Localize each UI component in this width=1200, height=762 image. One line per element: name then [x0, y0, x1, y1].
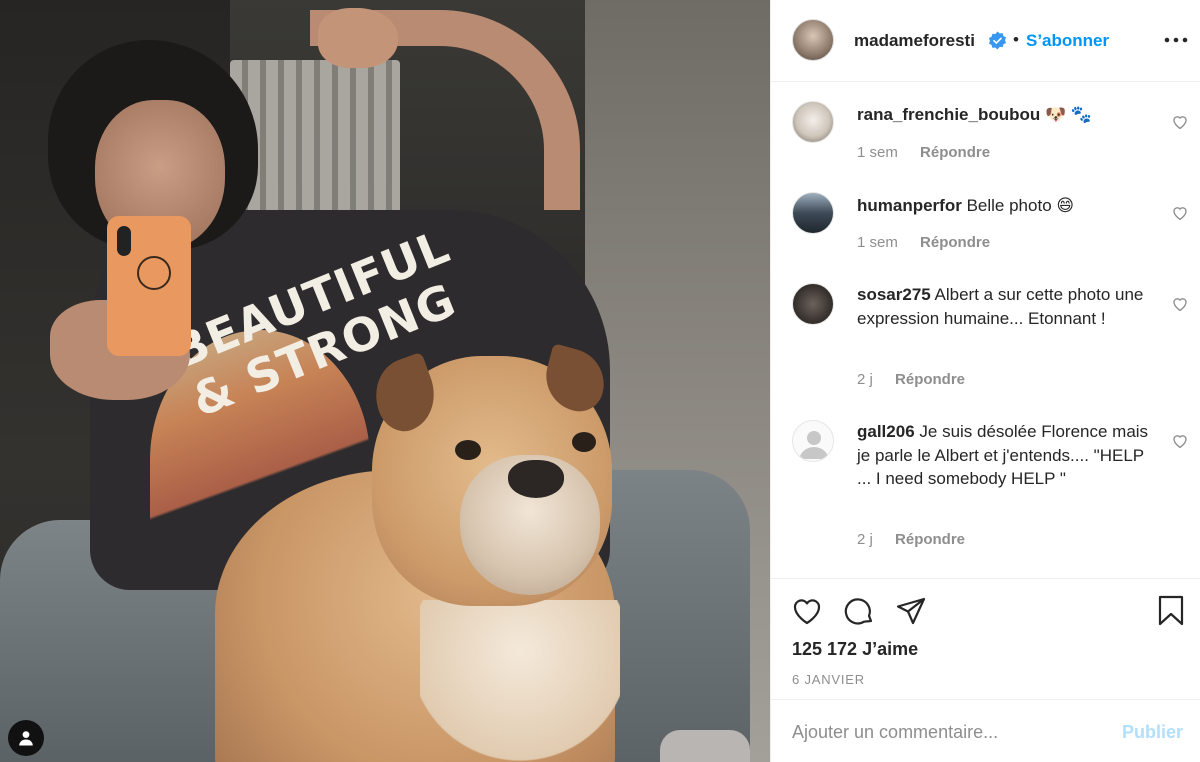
comment-body: humanperfor Belle photo 😄 [857, 194, 1157, 218]
photo-dog-eye-left [455, 440, 481, 460]
phone-case-drawing [137, 256, 171, 290]
comment-like-icon[interactable] [1171, 204, 1189, 222]
comment-item: gall206 Je suis désolée Florence mais je… [771, 420, 1200, 560]
photo-dog-chest [420, 600, 620, 762]
likes-count[interactable]: 125 172 J’aime [792, 639, 918, 660]
comment-time[interactable]: 1 sem [857, 144, 898, 161]
comment-like-icon[interactable] [1171, 432, 1189, 450]
comment-username[interactable]: gall206 [857, 422, 915, 441]
photo-sock [660, 730, 750, 762]
comment-body: gall206 Je suis désolée Florence mais je… [857, 420, 1157, 491]
add-comment-bar: Publier [771, 699, 1200, 762]
reply-button[interactable]: Répondre [920, 144, 990, 161]
comment-body: rana_frenchie_boubou 🐶 🐾 [857, 103, 1157, 127]
photo-phone [107, 216, 191, 356]
comment-text: 🐶 🐾 [1045, 105, 1093, 124]
comment-input[interactable] [792, 717, 1112, 747]
post-date[interactable]: 6 JANVIER [792, 672, 865, 687]
photo-dog-nose [508, 460, 564, 498]
comment-item: sosar275 Albert a sur cette photo une ex… [771, 283, 1200, 403]
photo-fist [318, 8, 398, 68]
heart-icon[interactable] [790, 594, 824, 628]
header-separator: • [1013, 30, 1019, 49]
comment-avatar[interactable] [792, 283, 834, 325]
comment-meta: 1 sem Répondre [857, 234, 990, 251]
comment-time[interactable]: 1 sem [857, 234, 898, 251]
more-horizontal-icon[interactable] [1161, 28, 1191, 52]
default-avatar-icon [799, 431, 829, 459]
comment-avatar[interactable] [792, 192, 834, 234]
tagged-users-button[interactable] [8, 720, 44, 756]
comment-username[interactable]: sosar275 [857, 285, 931, 304]
author-avatar[interactable] [792, 19, 834, 61]
comment-meta: 1 sem Répondre [857, 144, 990, 161]
photo-dog-eye-right [572, 432, 596, 452]
post-photo[interactable]: BEAUTIFUL & STRONG [0, 0, 770, 762]
comment-time[interactable]: 2 j [857, 531, 873, 548]
comment-item: rana_frenchie_boubou 🐶 🐾 1 sem Répondre [771, 101, 1200, 181]
bookmark-icon[interactable] [1154, 594, 1188, 628]
comment-meta: 2 j Répondre [857, 371, 965, 388]
comment-like-icon[interactable] [1171, 295, 1189, 313]
comment-item: humanperfor Belle photo 😄 1 sem Répondre [771, 192, 1200, 272]
reply-button[interactable]: Répondre [920, 234, 990, 251]
author-username[interactable]: madameforesti [854, 31, 975, 51]
comment-time[interactable]: 2 j [857, 371, 873, 388]
comment-meta: 2 j Répondre [857, 531, 965, 548]
verified-badge-icon [988, 31, 1007, 50]
phone-camera [117, 226, 131, 256]
comment-like-icon[interactable] [1171, 113, 1189, 131]
post-header: madameforesti • S’abonner [771, 0, 1200, 82]
reply-button[interactable]: Répondre [895, 371, 965, 388]
share-icon[interactable] [894, 594, 928, 628]
comment-body: sosar275 Albert a sur cette photo une ex… [857, 283, 1157, 330]
comment-avatar[interactable] [792, 420, 834, 462]
post-side-panel: madameforesti • S’abonner rana_frenchie_… [770, 0, 1200, 762]
comment-username[interactable]: rana_frenchie_boubou [857, 105, 1040, 124]
comment-username[interactable]: humanperfor [857, 196, 962, 215]
person-icon [19, 731, 33, 746]
reply-button[interactable]: Répondre [895, 531, 965, 548]
post-actions: 125 172 J’aime 6 JANVIER Publier [771, 578, 1200, 762]
comment-avatar[interactable] [792, 101, 834, 143]
comment-icon[interactable] [842, 594, 876, 628]
publish-button[interactable]: Publier [1122, 722, 1183, 743]
comment-text: Belle photo 😄 [966, 196, 1075, 215]
follow-button[interactable]: S’abonner [1026, 31, 1109, 51]
